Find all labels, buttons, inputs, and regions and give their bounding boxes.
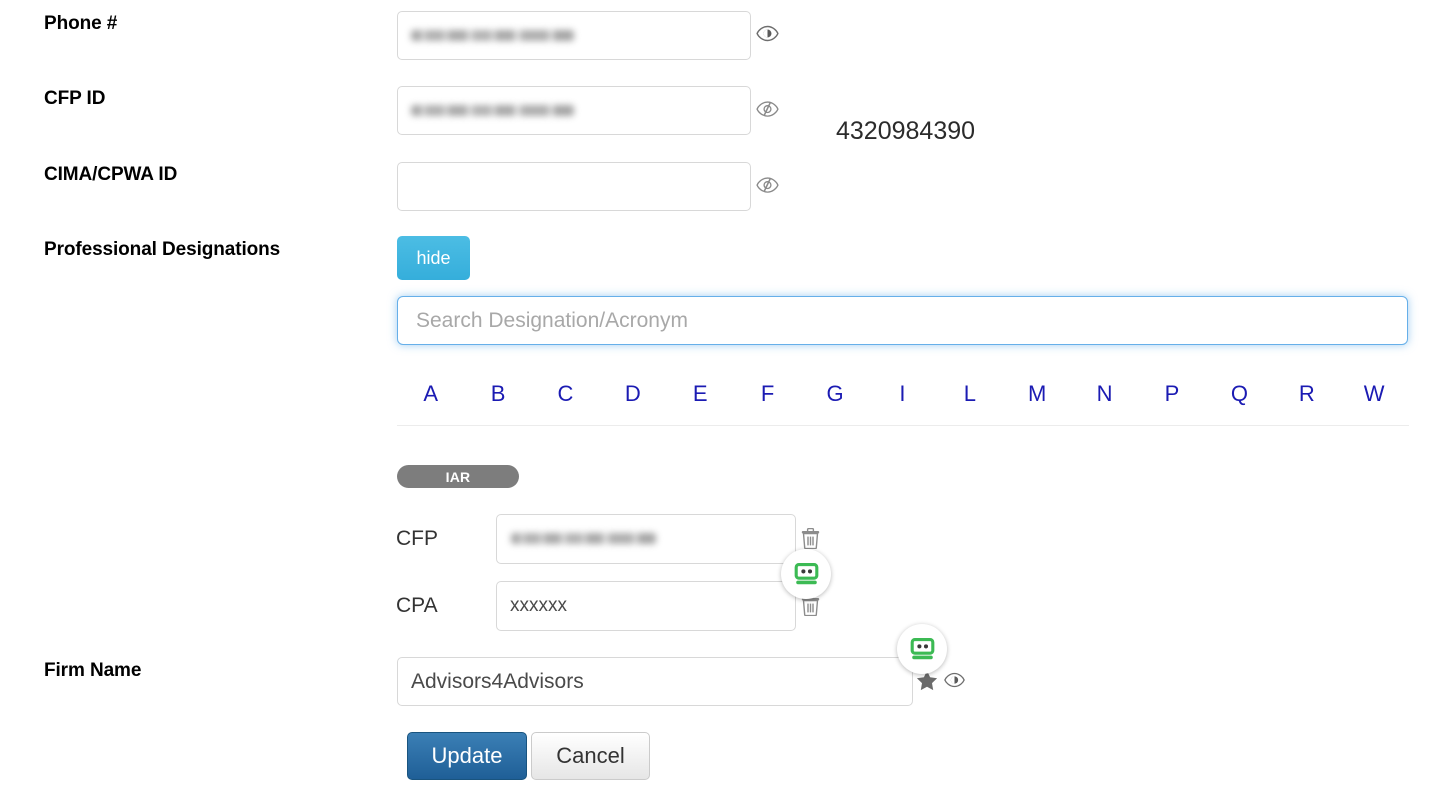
- alpha-link-e[interactable]: E: [667, 381, 734, 407]
- cima-cpwa-id-visibility-toggle-icon[interactable]: [756, 176, 779, 194]
- alpha-link-b[interactable]: B: [464, 381, 531, 407]
- firm-name-label: Firm Name: [44, 660, 142, 681]
- designation-group-badge-iar: IAR: [397, 465, 519, 488]
- designation-search-input[interactable]: [397, 296, 1408, 345]
- alpha-link-n[interactable]: N: [1071, 381, 1138, 407]
- designation-value-input-cpa[interactable]: [496, 581, 796, 631]
- alpha-link-d[interactable]: D: [599, 381, 666, 407]
- cfp-id-input-wrap: [397, 86, 751, 135]
- robot-assistant-icon: [909, 636, 936, 663]
- firm-name-input[interactable]: [397, 657, 913, 706]
- alphabet-index: A B C D E F G I L M N P Q R W: [397, 378, 1409, 410]
- alpha-link-c[interactable]: C: [532, 381, 599, 407]
- cima-cpwa-id-label: CIMA/CPWA ID: [44, 164, 178, 185]
- cancel-button[interactable]: Cancel: [531, 732, 650, 780]
- professional-designations-label: Professional Designations: [44, 239, 281, 260]
- alpha-link-l[interactable]: L: [936, 381, 1003, 407]
- alpha-link-g[interactable]: G: [801, 381, 868, 407]
- alpha-link-m[interactable]: M: [1004, 381, 1071, 407]
- firm-name-visibility-icon[interactable]: [944, 672, 965, 688]
- hide-designations-button[interactable]: hide: [397, 236, 470, 280]
- cima-cpwa-id-input-wrap: [397, 162, 751, 211]
- designation-row-label-cfp: CFP: [396, 527, 438, 550]
- delete-designation-cfp-trash-icon[interactable]: [801, 527, 820, 550]
- designation-row-cpa: [496, 581, 796, 631]
- alpha-link-w[interactable]: W: [1340, 381, 1407, 407]
- designation-row-cfp: [496, 514, 796, 564]
- robot-assistant-overlay-1[interactable]: [781, 549, 831, 599]
- cima-cpwa-id-input[interactable]: [397, 162, 751, 211]
- designation-row-label-cpa: CPA: [396, 594, 438, 617]
- robot-assistant-icon: [793, 561, 820, 588]
- alpha-link-i[interactable]: I: [869, 381, 936, 407]
- alpha-link-p[interactable]: P: [1138, 381, 1205, 407]
- robot-assistant-overlay-2[interactable]: [897, 624, 947, 674]
- alpha-link-q[interactable]: Q: [1206, 381, 1273, 407]
- alpha-link-f[interactable]: F: [734, 381, 801, 407]
- alpha-link-r[interactable]: R: [1273, 381, 1340, 407]
- alpha-index-divider: [397, 425, 1409, 426]
- phone-visibility-toggle-icon[interactable]: [756, 25, 779, 42]
- phone-masked-value: [411, 30, 574, 41]
- cfp-id-label: CFP ID: [44, 88, 106, 109]
- update-button[interactable]: Update: [407, 732, 527, 780]
- alpha-link-a[interactable]: A: [397, 381, 464, 407]
- cfp-id-visibility-toggle-icon[interactable]: [756, 100, 779, 118]
- designation-masked-value-cfp: [511, 533, 656, 544]
- cfp-id-masked-value: [411, 105, 574, 116]
- revealed-cfp-id-value: 4320984390: [836, 117, 976, 145]
- phone-input-wrap: [397, 11, 751, 60]
- phone-label: Phone #: [44, 13, 118, 34]
